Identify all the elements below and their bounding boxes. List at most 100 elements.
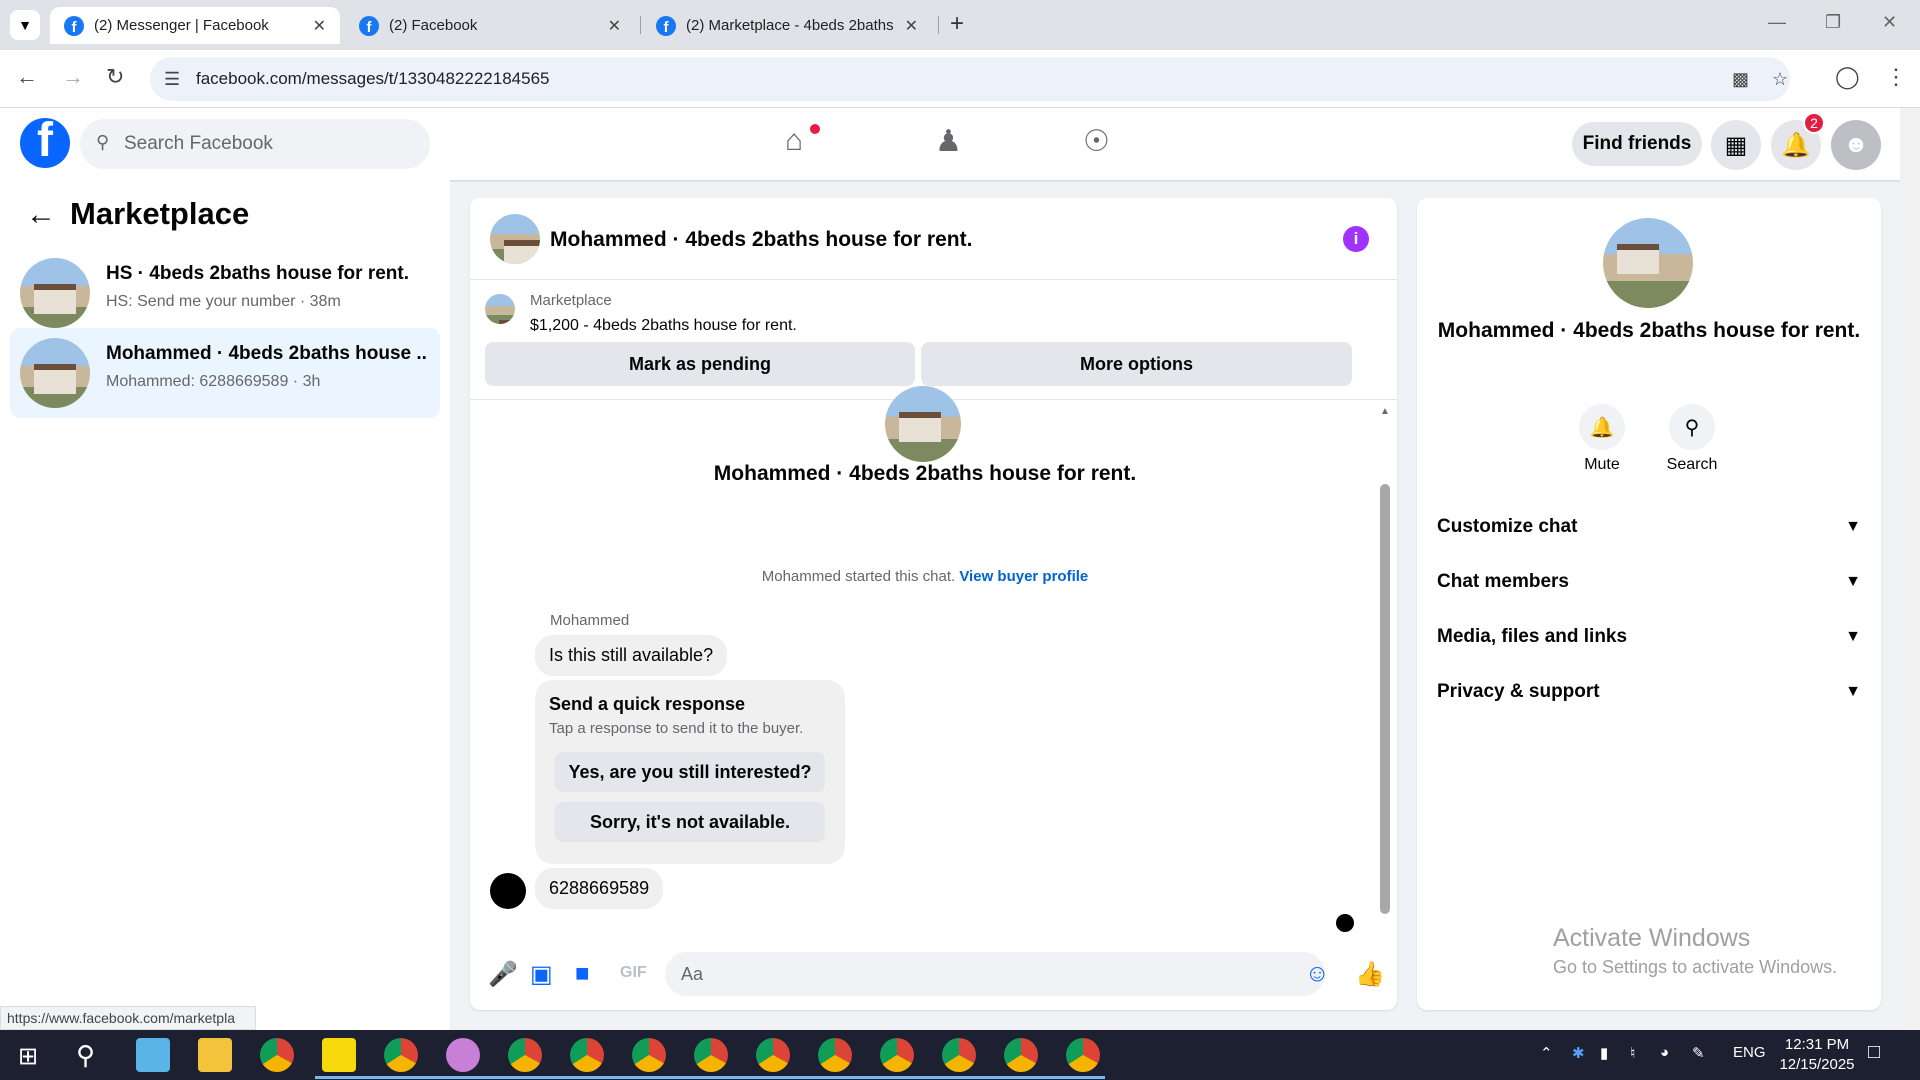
tab-search-button[interactable]: ▼ (10, 10, 40, 40)
chat-started-notice: Mohammed started this chat. View buyer p… (761, 568, 1089, 585)
close-window-icon[interactable]: ✕ (1882, 12, 1897, 33)
mute-button[interactable]: 🔔 Mute (1557, 404, 1647, 474)
sticker-icon[interactable]: ■ (575, 960, 590, 988)
chat-scroll-thumb[interactable] (1380, 484, 1390, 914)
battery-icon[interactable]: ▮ (1600, 1044, 1608, 1062)
back-icon[interactable]: ← (16, 64, 38, 90)
pen-icon[interactable]: ✎ (1692, 1044, 1705, 1062)
site-info-icon[interactable]: ☰ (164, 69, 180, 90)
chat-title[interactable]: Mohammed · 4beds 2baths house for rent. (550, 228, 972, 252)
chat-panel: Mohammed · 4beds 2baths house for rent. … (470, 198, 1397, 1010)
chrome-icon[interactable] (570, 1038, 604, 1072)
tab-messenger[interactable]: f (2) Messenger | Facebook ✕ (50, 7, 340, 44)
customize-chat-row[interactable]: Customize chat ▼ (1437, 507, 1861, 547)
conversation-item[interactable]: HS · 4beds 2baths house for rent. HS: Se… (10, 248, 440, 338)
search-input[interactable]: ⚲ Search Facebook (80, 119, 430, 169)
chrome-icon[interactable] (508, 1038, 542, 1072)
chrome-icon[interactable] (384, 1038, 418, 1072)
chrome-icon[interactable] (818, 1038, 852, 1072)
clock[interactable]: 12:31 PM 12/15/2025 (1772, 1036, 1862, 1073)
quick-response-yes-button[interactable]: Yes, are you still interested? (555, 752, 825, 792)
profile-icon[interactable]: ◯ (1835, 64, 1860, 90)
chat-header: Mohammed · 4beds 2baths house for rent. … (470, 198, 1397, 280)
facebook-header: f ⚲ Search Facebook ⌂ ♟ ☉ Find friends ▦… (0, 108, 1900, 180)
sticky-notes-icon[interactable] (322, 1038, 356, 1072)
listing-avatar (490, 214, 540, 264)
search-in-chat-button[interactable]: ⚲ Search (1647, 404, 1737, 474)
chevron-down-icon: ▼ (1845, 628, 1861, 645)
search-icon[interactable]: ⚲ (76, 1040, 95, 1071)
notification-center-icon[interactable]: □ (1868, 1041, 1880, 1064)
close-tab-icon[interactable]: ✕ (313, 16, 326, 36)
gif-icon[interactable]: GIF (620, 964, 647, 982)
minimize-icon[interactable]: — (1768, 12, 1786, 33)
file-explorer-icon[interactable] (198, 1038, 232, 1072)
bell-icon: 🔔 (1579, 404, 1625, 450)
media-files-links-row[interactable]: Media, files and links ▼ (1437, 617, 1861, 657)
chrome-icon[interactable] (756, 1038, 790, 1072)
close-tab-icon[interactable]: ✕ (608, 16, 621, 36)
tab-facebook[interactable]: f (2) Facebook ✕ (345, 7, 635, 44)
chrome-icon[interactable] (942, 1038, 976, 1072)
chat-details-panel: Mohammed · 4beds 2baths house for rent. … (1417, 198, 1881, 1010)
microphone-icon[interactable]: 🎤 (488, 960, 518, 989)
chrome-icon[interactable] (1004, 1038, 1038, 1072)
app-icon[interactable] (136, 1038, 170, 1072)
sender-avatar (490, 873, 526, 909)
chrome-icon[interactable] (632, 1038, 666, 1072)
quick-response-no-button[interactable]: Sorry, it's not available. (555, 802, 825, 842)
wifi-icon[interactable]: ◕ (1660, 1044, 1669, 1061)
home-notification-dot (810, 124, 820, 134)
back-arrow-icon[interactable]: ← (26, 198, 56, 232)
chat-members-row[interactable]: Chat members ▼ (1437, 562, 1861, 602)
account-avatar[interactable]: ☻ (1831, 120, 1881, 170)
paint-icon[interactable] (446, 1038, 480, 1072)
mark-as-pending-button[interactable]: Mark as pending (485, 342, 915, 386)
restore-icon[interactable]: ❐ (1825, 12, 1841, 33)
chrome-icon[interactable] (1066, 1038, 1100, 1072)
reload-icon[interactable]: ↻ (106, 64, 124, 90)
conversation-item[interactable]: Mohammed · 4beds 2baths house ... Mohamm… (10, 328, 440, 418)
find-friends-button[interactable]: Find friends (1572, 122, 1702, 166)
bluetooth-icon[interactable]: ✱ (1572, 1044, 1585, 1062)
photo-icon[interactable]: ▣ (530, 960, 553, 989)
browser-menu-icon[interactable]: ⋮ (1885, 64, 1907, 90)
more-options-button[interactable]: More options (921, 342, 1352, 386)
message-input[interactable]: Aa (665, 952, 1325, 996)
chevron-down-icon: ▼ (1845, 683, 1861, 700)
chrome-icon[interactable] (880, 1038, 914, 1072)
marketplace-listing-card: Marketplace $1,200 - 4beds 2baths house … (470, 280, 1397, 400)
install-app-icon[interactable]: ▩ (1732, 69, 1749, 90)
page-scrollbar[interactable] (1900, 108, 1920, 1030)
groups-icon[interactable]: ☉ (1083, 124, 1110, 159)
close-tab-icon[interactable]: ✕ (905, 16, 918, 36)
bookmark-star-icon[interactable]: ☆ (1772, 69, 1788, 90)
url-field[interactable]: ☰ facebook.com/messages/t/13304822221845… (150, 57, 1790, 101)
chevron-up-icon[interactable]: ⌃ (1540, 1044, 1553, 1062)
facebook-logo-icon[interactable]: f (20, 118, 70, 168)
privacy-support-row[interactable]: Privacy & support ▼ (1437, 672, 1861, 712)
info-icon[interactable]: i (1343, 226, 1369, 252)
page-title: Marketplace (70, 196, 250, 231)
tab-separator (938, 16, 939, 34)
like-thumb-icon[interactable]: 👍 (1355, 960, 1385, 989)
scroll-up-arrow-icon[interactable]: ▲ (1380, 406, 1390, 417)
language-indicator[interactable]: ENG (1733, 1044, 1766, 1061)
address-bar-row: ← → ↻ ☰ facebook.com/messages/t/13304822… (0, 50, 1920, 108)
home-icon[interactable]: ⌂ (785, 124, 803, 158)
message-bubble[interactable]: Is this still available? (535, 635, 728, 676)
forward-icon[interactable]: → (62, 64, 84, 90)
search-icon: ⚲ (96, 132, 110, 152)
message-bubble[interactable]: 6288669589 (535, 868, 664, 909)
volume-muted-icon[interactable]: ♮ (1630, 1044, 1635, 1062)
menu-grid-icon[interactable]: ▦ (1711, 120, 1761, 170)
view-buyer-profile-link[interactable]: View buyer profile (959, 568, 1088, 585)
chrome-icon[interactable] (260, 1038, 294, 1072)
windows-start-icon[interactable]: ⊞ (18, 1042, 38, 1071)
new-tab-button[interactable]: + (950, 10, 964, 38)
listing-price[interactable]: $1,200 - 4beds 2baths house for rent. (530, 317, 797, 335)
emoji-icon[interactable]: ☺ (1305, 960, 1330, 988)
chrome-icon[interactable] (694, 1038, 728, 1072)
tab-marketplace[interactable]: f (2) Marketplace - 4beds 2baths ✕ (642, 7, 932, 44)
friends-icon[interactable]: ♟ (935, 124, 962, 159)
